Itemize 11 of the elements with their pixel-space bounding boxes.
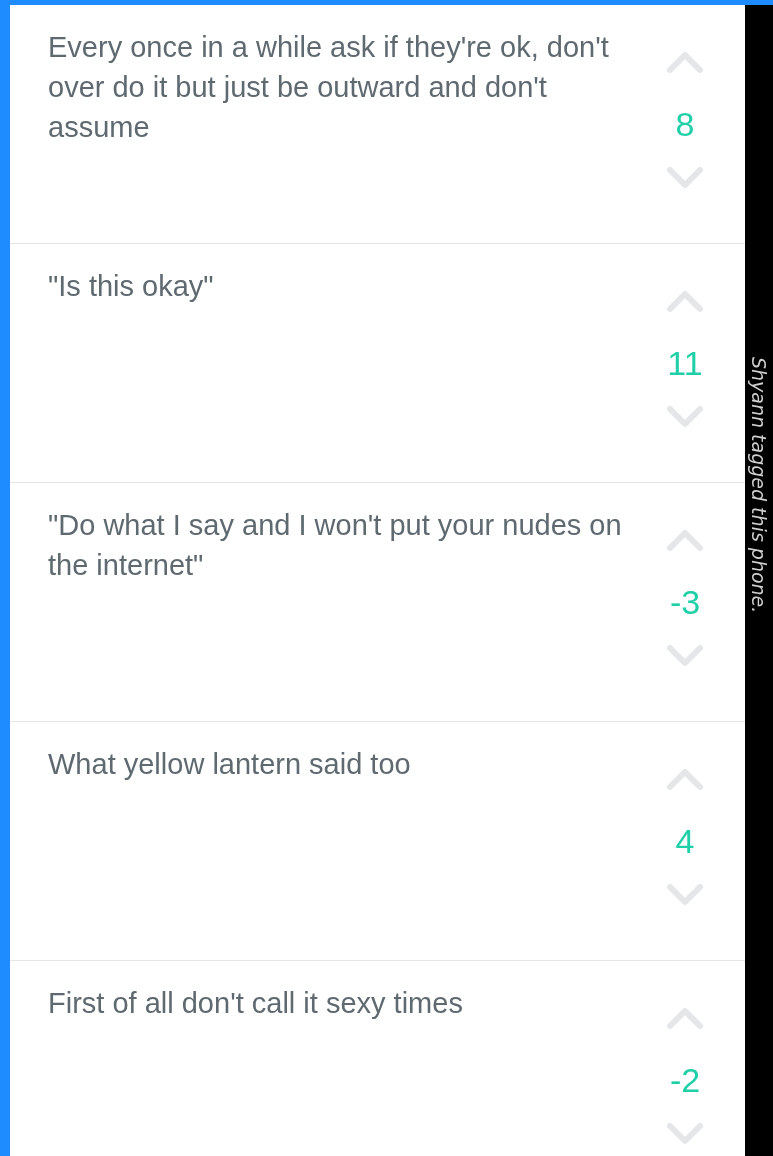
vote-score: -2 bbox=[669, 1061, 701, 1099]
comment-text: "Do what I say and I won't put your nudes on the internet" bbox=[47, 508, 623, 583]
side-note: Shyann tagged this phone. bbox=[748, 357, 770, 614]
comment-text: Every once in a while ask if they're ok, don't over do it but just be outward and don't assume bbox=[47, 30, 610, 145]
vote-score: 11 bbox=[667, 344, 703, 382]
vote-score: 8 bbox=[675, 105, 695, 143]
comment-text: First of all don't call it sexy times bbox=[47, 986, 464, 1021]
comment-text: What yellow lantern said too bbox=[47, 747, 412, 782]
vote-score: 4 bbox=[675, 822, 695, 860]
vote-score: -3 bbox=[669, 583, 701, 621]
comment-text: "Is this okay" bbox=[47, 269, 215, 304]
